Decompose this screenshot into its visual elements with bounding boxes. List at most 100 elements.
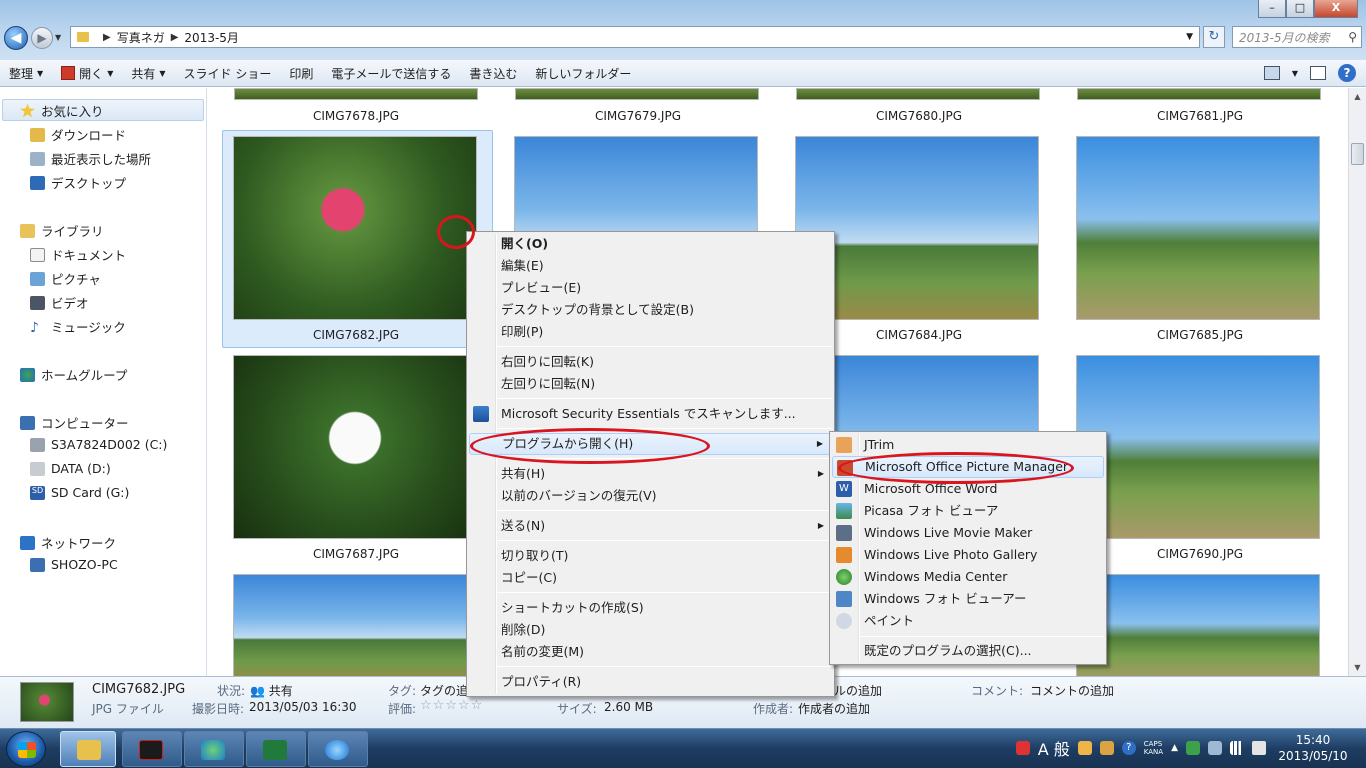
address-bar[interactable]: ▶ 写真ネガ ▶ 2013-5月 ▼ [70, 26, 1200, 48]
menu-mse-scan[interactable]: Microsoft Security Essentials でスキャンします..… [469, 403, 832, 425]
scroll-down-icon[interactable]: ▼ [1349, 659, 1366, 676]
nav-desktop[interactable]: デスクトップ [30, 173, 126, 192]
taskbar-excel[interactable] [246, 731, 306, 767]
menu-cut[interactable]: 切り取り(T) [469, 545, 832, 567]
menu-send-to[interactable]: 送る(N) ▶ [469, 515, 832, 537]
file-name[interactable]: CIMG7679.JPG [498, 109, 778, 123]
nav-pictures[interactable]: ピクチャ [30, 269, 101, 288]
chevron-down-icon[interactable]: ▼ [1186, 32, 1193, 42]
nav-pc[interactable]: SHOZO-PC [30, 557, 118, 572]
help-icon[interactable]: ? [1338, 64, 1356, 82]
organize-button[interactable]: 整理 ▼ [0, 65, 52, 82]
menu-print[interactable]: 印刷(P) [469, 321, 832, 343]
slideshow-button[interactable]: スライド ショー [175, 65, 281, 82]
menu-edit[interactable]: 編集(E) [469, 255, 832, 277]
chevron-right-icon[interactable]: ▶ [103, 32, 111, 43]
chevron-right-icon[interactable]: ▶ [171, 32, 179, 43]
print-button[interactable]: 印刷 [280, 65, 322, 82]
nav-recent[interactable]: 最近表示した場所 [30, 149, 151, 168]
ime-tool-icon[interactable] [1077, 741, 1092, 755]
view-options-icon[interactable] [1263, 66, 1280, 80]
breadcrumb-current[interactable]: 2013-5月 [184, 29, 239, 46]
nav-downloads[interactable]: ダウンロード [30, 125, 126, 144]
thumbnail-image[interactable] [1076, 136, 1320, 320]
submenu-media-center[interactable]: Windows Media Center [832, 566, 1104, 588]
thumbnail-image[interactable] [234, 88, 478, 100]
back-button[interactable]: ◀ [4, 26, 28, 50]
ime-mode[interactable]: A 般 [1038, 736, 1070, 760]
volume-muted-icon[interactable] [1252, 741, 1266, 755]
taskbar-explorer[interactable] [60, 731, 116, 767]
file-name[interactable]: CIMG7678.JPG [216, 109, 496, 123]
thumbnail-image[interactable] [796, 88, 1040, 100]
submenu-movie-maker[interactable]: Windows Live Movie Maker [832, 522, 1104, 544]
rating-stars[interactable]: ☆☆☆☆☆ [420, 698, 483, 713]
chevron-down-icon[interactable]: ▼ [1292, 69, 1298, 78]
breadcrumb-root[interactable]: 写真ネガ [117, 29, 165, 46]
minimize-button[interactable]: – [1258, 0, 1286, 18]
submenu-choose-default[interactable]: 既定のプログラムの選択(C)... [832, 640, 1104, 662]
open-button[interactable]: 開く ▼ [52, 65, 122, 82]
menu-share[interactable]: 共有(H) ▶ [469, 463, 832, 485]
thumbnail-image[interactable] [1077, 88, 1321, 100]
search-icon[interactable]: ⚲ [1348, 30, 1357, 44]
file-name[interactable]: CIMG7681.JPG [1060, 109, 1340, 123]
thumbnail-image[interactable] [1076, 355, 1320, 539]
preview-pane-icon[interactable] [1310, 66, 1326, 80]
burn-button[interactable]: 書き込む [460, 65, 526, 82]
nav-drive-d[interactable]: DATA (D:) [30, 461, 111, 476]
new-folder-button[interactable]: 新しいフォルダー [526, 65, 640, 82]
recent-pages-dropdown[interactable]: ▼ [55, 33, 61, 42]
nav-network[interactable]: ネットワーク [20, 533, 116, 552]
menu-rotate-ccw[interactable]: 左回りに回転(N) [469, 373, 832, 395]
nav-computer[interactable]: コンピューター [20, 413, 129, 432]
menu-delete[interactable]: 削除(D) [469, 619, 832, 641]
menu-restore[interactable]: 以前のバージョンの復元(V) [469, 485, 832, 507]
search-input[interactable]: 2013-5月の検索 ⚲ [1232, 26, 1362, 48]
nav-videos[interactable]: ビデオ [30, 293, 89, 312]
file-name[interactable]: CIMG7682.JPG [216, 328, 496, 342]
start-button[interactable] [6, 731, 46, 767]
menu-set-background[interactable]: デスクトップの背景として設定(B) [469, 299, 832, 321]
tray-app-icon[interactable] [1015, 741, 1030, 755]
nav-homegroup[interactable]: ホームグループ [20, 365, 127, 384]
close-button[interactable]: X [1314, 0, 1358, 18]
refresh-button[interactable]: ↻ [1203, 26, 1225, 48]
taskbar-app-2[interactable] [184, 731, 244, 767]
menu-rotate-cw[interactable]: 右回りに回転(K) [469, 351, 832, 373]
title-value[interactable]: ルの追加 [834, 682, 882, 699]
nav-documents[interactable]: ドキュメント [30, 245, 126, 264]
nav-libraries[interactable]: ライブラリ [20, 221, 104, 240]
clock[interactable]: 15:40 2013/05/10 [1274, 732, 1352, 764]
email-button[interactable]: 電子メールで送信する [322, 65, 460, 82]
menu-create-shortcut[interactable]: ショートカットの作成(S) [469, 597, 832, 619]
comment-value[interactable]: コメントの追加 [1030, 682, 1114, 699]
taskbar-ie[interactable] [308, 731, 368, 767]
thumbnail-image[interactable] [1076, 574, 1320, 676]
tags-value[interactable]: タグの追 [420, 682, 468, 699]
submenu-paint[interactable]: ペイント [832, 610, 1104, 632]
signal-icon[interactable] [1230, 741, 1244, 755]
action-center-icon[interactable] [1208, 741, 1222, 755]
scroll-up-icon[interactable]: ▲ [1349, 88, 1366, 105]
share-button[interactable]: 共有 ▼ [122, 65, 174, 82]
file-name[interactable]: CIMG7687.JPG [216, 547, 496, 561]
menu-preview[interactable]: プレビュー(E) [469, 277, 832, 299]
vertical-scrollbar[interactable]: ▲ ▼ [1348, 88, 1366, 676]
nav-favorites[interactable]: お気に入り [20, 101, 104, 120]
forward-button[interactable]: ▶ [31, 27, 53, 49]
ime-dictionary-icon[interactable] [1099, 741, 1114, 755]
scroll-thumb[interactable] [1351, 143, 1364, 165]
thumbnail-image[interactable] [233, 574, 477, 676]
ime-help-icon[interactable]: ? [1121, 741, 1136, 755]
maximize-button[interactable]: □ [1286, 0, 1314, 18]
thumbnail-image[interactable] [515, 88, 759, 100]
submenu-photo-viewer[interactable]: Windows フォト ビューアー [832, 588, 1104, 610]
nav-drive-g[interactable]: SD SD Card (G:) [30, 485, 129, 500]
file-name[interactable]: CIMG7685.JPG [1060, 328, 1340, 342]
tray-expand-icon[interactable]: ▲ [1171, 743, 1178, 753]
security-essentials-icon[interactable] [1186, 741, 1200, 755]
submenu-photo-gallery[interactable]: Windows Live Photo Gallery [832, 544, 1104, 566]
menu-open[interactable]: 開く(O) [469, 233, 832, 255]
taskbar-app-1[interactable] [122, 731, 182, 767]
